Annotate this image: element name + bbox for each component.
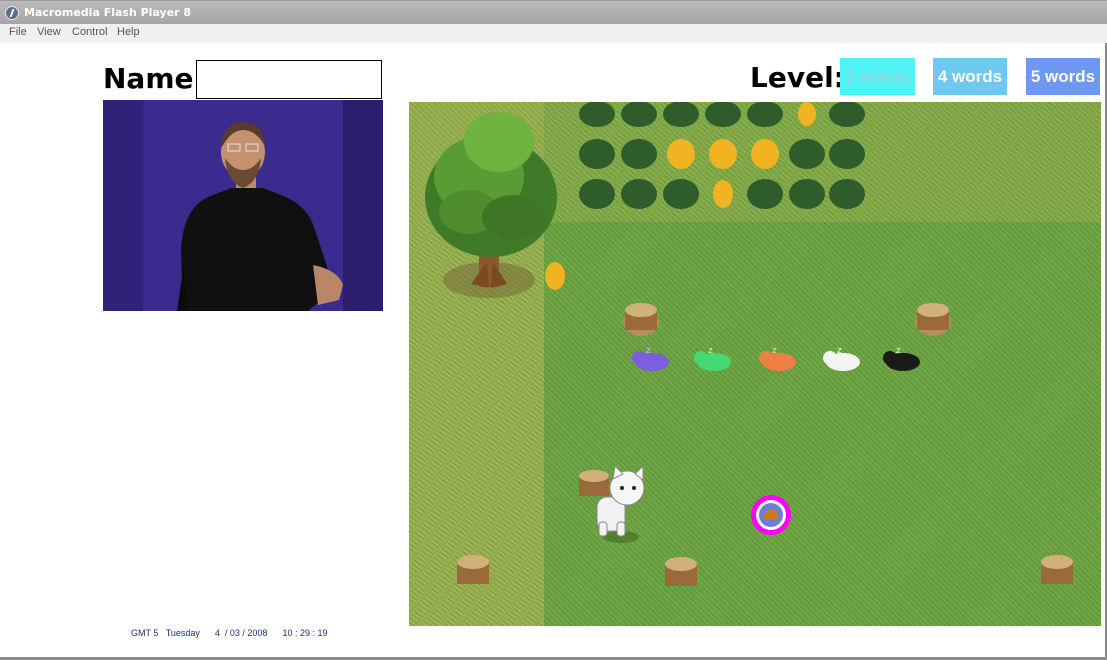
timezone-text: GMT 5 — [131, 628, 159, 638]
svg-text:z: z — [708, 346, 713, 356]
flash-player-icon — [5, 6, 19, 20]
window-titlebar: Macromedia Flash Player 8 — [0, 0, 1107, 24]
video-frame — [103, 100, 383, 311]
level-3-words-button[interactable]: 3 words — [840, 58, 915, 95]
crop-field — [545, 102, 865, 290]
svg-text:z: z — [772, 346, 777, 356]
target-marker-icon — [751, 495, 791, 535]
time-text: 10 : 29 : 19 — [282, 628, 328, 638]
day-text: Tuesday — [165, 628, 200, 638]
cat-green-icon: z — [694, 346, 731, 371]
cat-black-icon: z — [883, 346, 920, 371]
name-label: Name: — [103, 62, 205, 95]
name-input[interactable] — [196, 60, 382, 99]
menu-file[interactable]: File — [9, 26, 27, 38]
tree-icon — [425, 112, 557, 298]
menu-bar: File View Control Help — [0, 24, 1107, 43]
svg-text:z: z — [896, 346, 901, 356]
status-datetime: GMT 5 Tuesday 4 / 03 / 2008 10 : 29 : 19 — [131, 628, 328, 638]
level-4-words-button[interactable]: 4 words — [933, 58, 1007, 95]
menu-help[interactable]: Help — [117, 26, 140, 38]
cat-purple-icon: z — [632, 346, 669, 371]
menu-view[interactable]: View — [37, 26, 61, 38]
svg-text:z: z — [646, 346, 651, 356]
level-label: Level: — [750, 61, 845, 94]
level-5-words-button[interactable]: 5 words — [1026, 58, 1100, 95]
svg-text:z: z — [837, 346, 842, 356]
game-scene: z z z z z — [425, 102, 1073, 586]
date-text: 4 / 03 / 2008 — [214, 628, 268, 638]
game-field[interactable]: z z z z z — [409, 102, 1101, 626]
window-title: Macromedia Flash Player 8 — [24, 6, 192, 19]
cat-orange-icon: z — [759, 346, 796, 371]
sign-language-video — [103, 100, 383, 311]
menu-control[interactable]: Control — [72, 26, 107, 38]
stump-icon — [457, 303, 1073, 586]
cat-white-icon: z — [823, 346, 860, 371]
